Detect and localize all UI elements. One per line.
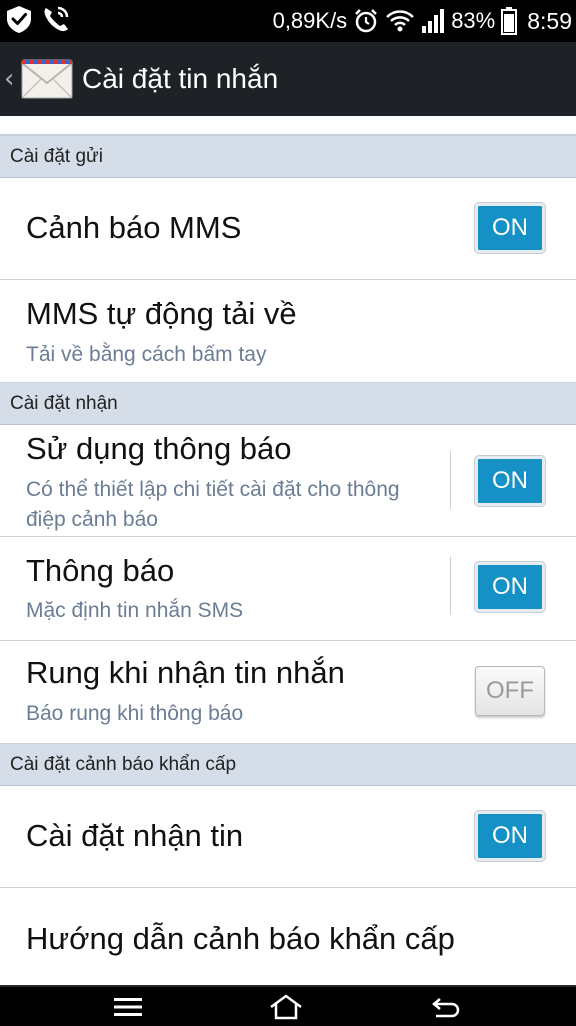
pref-summary: Tải về bằng cách bấm tay (26, 343, 267, 366)
battery-icon (501, 7, 518, 35)
wifi-icon (385, 8, 415, 34)
clock: 8:59 (527, 7, 572, 34)
pref-summary: Báo rung khi thông báo (26, 702, 244, 725)
alarm-icon (353, 8, 379, 34)
divider (450, 557, 451, 615)
battery-percent: 83% (451, 8, 496, 33)
vibrate-toggle[interactable]: OFF (475, 666, 545, 716)
use-notification-toggle[interactable]: ON (475, 456, 545, 506)
divider (450, 451, 451, 509)
envelope-app-icon[interactable] (20, 52, 74, 106)
pref-receive-setting[interactable]: Cài đặt nhận tin ON (0, 786, 576, 888)
status-left-icons (4, 4, 72, 38)
settings-list: Cài đặt gửi Cảnh báo MMS ON MMS tự động … (0, 136, 576, 990)
pref-mms-auto-download[interactable]: MMS tự động tải về Tải về bằng cách bấm … (0, 280, 576, 383)
up-caret-icon[interactable]: ‹ (4, 66, 18, 92)
menu-icon[interactable] (108, 993, 148, 1021)
pref-title: Cảnh báo MMS (26, 210, 242, 245)
check-shield-icon (4, 4, 34, 38)
network-speed: 0,89K/s (272, 8, 348, 33)
home-icon[interactable] (266, 993, 306, 1021)
pref-vibrate[interactable]: Rung khi nhận tin nhắn Báo rung khi thôn… (0, 641, 576, 744)
pref-title: Sử dụng thông báo (26, 431, 292, 466)
navigation-bar (0, 985, 576, 1026)
status-bar: 0,89K/s 83% 8:59 (0, 0, 576, 42)
pref-emergency-guide[interactable]: Hướng dẫn cảnh báo khẩn cấp (0, 888, 576, 990)
mms-alert-toggle[interactable]: ON (475, 203, 545, 253)
page-title: Cài đặt tin nhắn (82, 63, 279, 94)
action-bar: ‹ Cài đặt tin nhắn (0, 42, 576, 116)
receive-setting-toggle[interactable]: ON (475, 811, 545, 861)
pref-title: Cài đặt nhận tin (26, 818, 244, 853)
notification-toggle[interactable]: ON (475, 562, 545, 612)
signal-icon (421, 8, 445, 34)
header-gap (0, 116, 576, 136)
section-header-send: Cài đặt gửi (0, 136, 576, 178)
pref-use-notification[interactable]: Sử dụng thông báo Có thể thiết lập chi t… (0, 425, 576, 537)
pref-summary: Có thể thiết lập chi tiết cài đặt cho th… (26, 478, 400, 531)
section-header-receive: Cài đặt nhận (0, 383, 576, 425)
phone-call-icon (40, 4, 72, 38)
pref-title: Rung khi nhận tin nhắn (26, 655, 345, 690)
pref-title: Thông báo (26, 553, 175, 588)
section-header-emergency: Cài đặt cảnh báo khẩn cấp (0, 744, 576, 786)
back-icon[interactable] (426, 993, 466, 1021)
pref-title: MMS tự động tải về (26, 296, 297, 331)
status-right: 0,89K/s 83% 8:59 (273, 0, 572, 42)
pref-mms-alert[interactable]: Cảnh báo MMS ON (0, 178, 576, 280)
pref-summary: Mặc định tin nhắn SMS (26, 599, 244, 622)
pref-notification[interactable]: Thông báo Mặc định tin nhắn SMS ON (0, 537, 576, 641)
pref-title: Hướng dẫn cảnh báo khẩn cấp (26, 921, 455, 956)
